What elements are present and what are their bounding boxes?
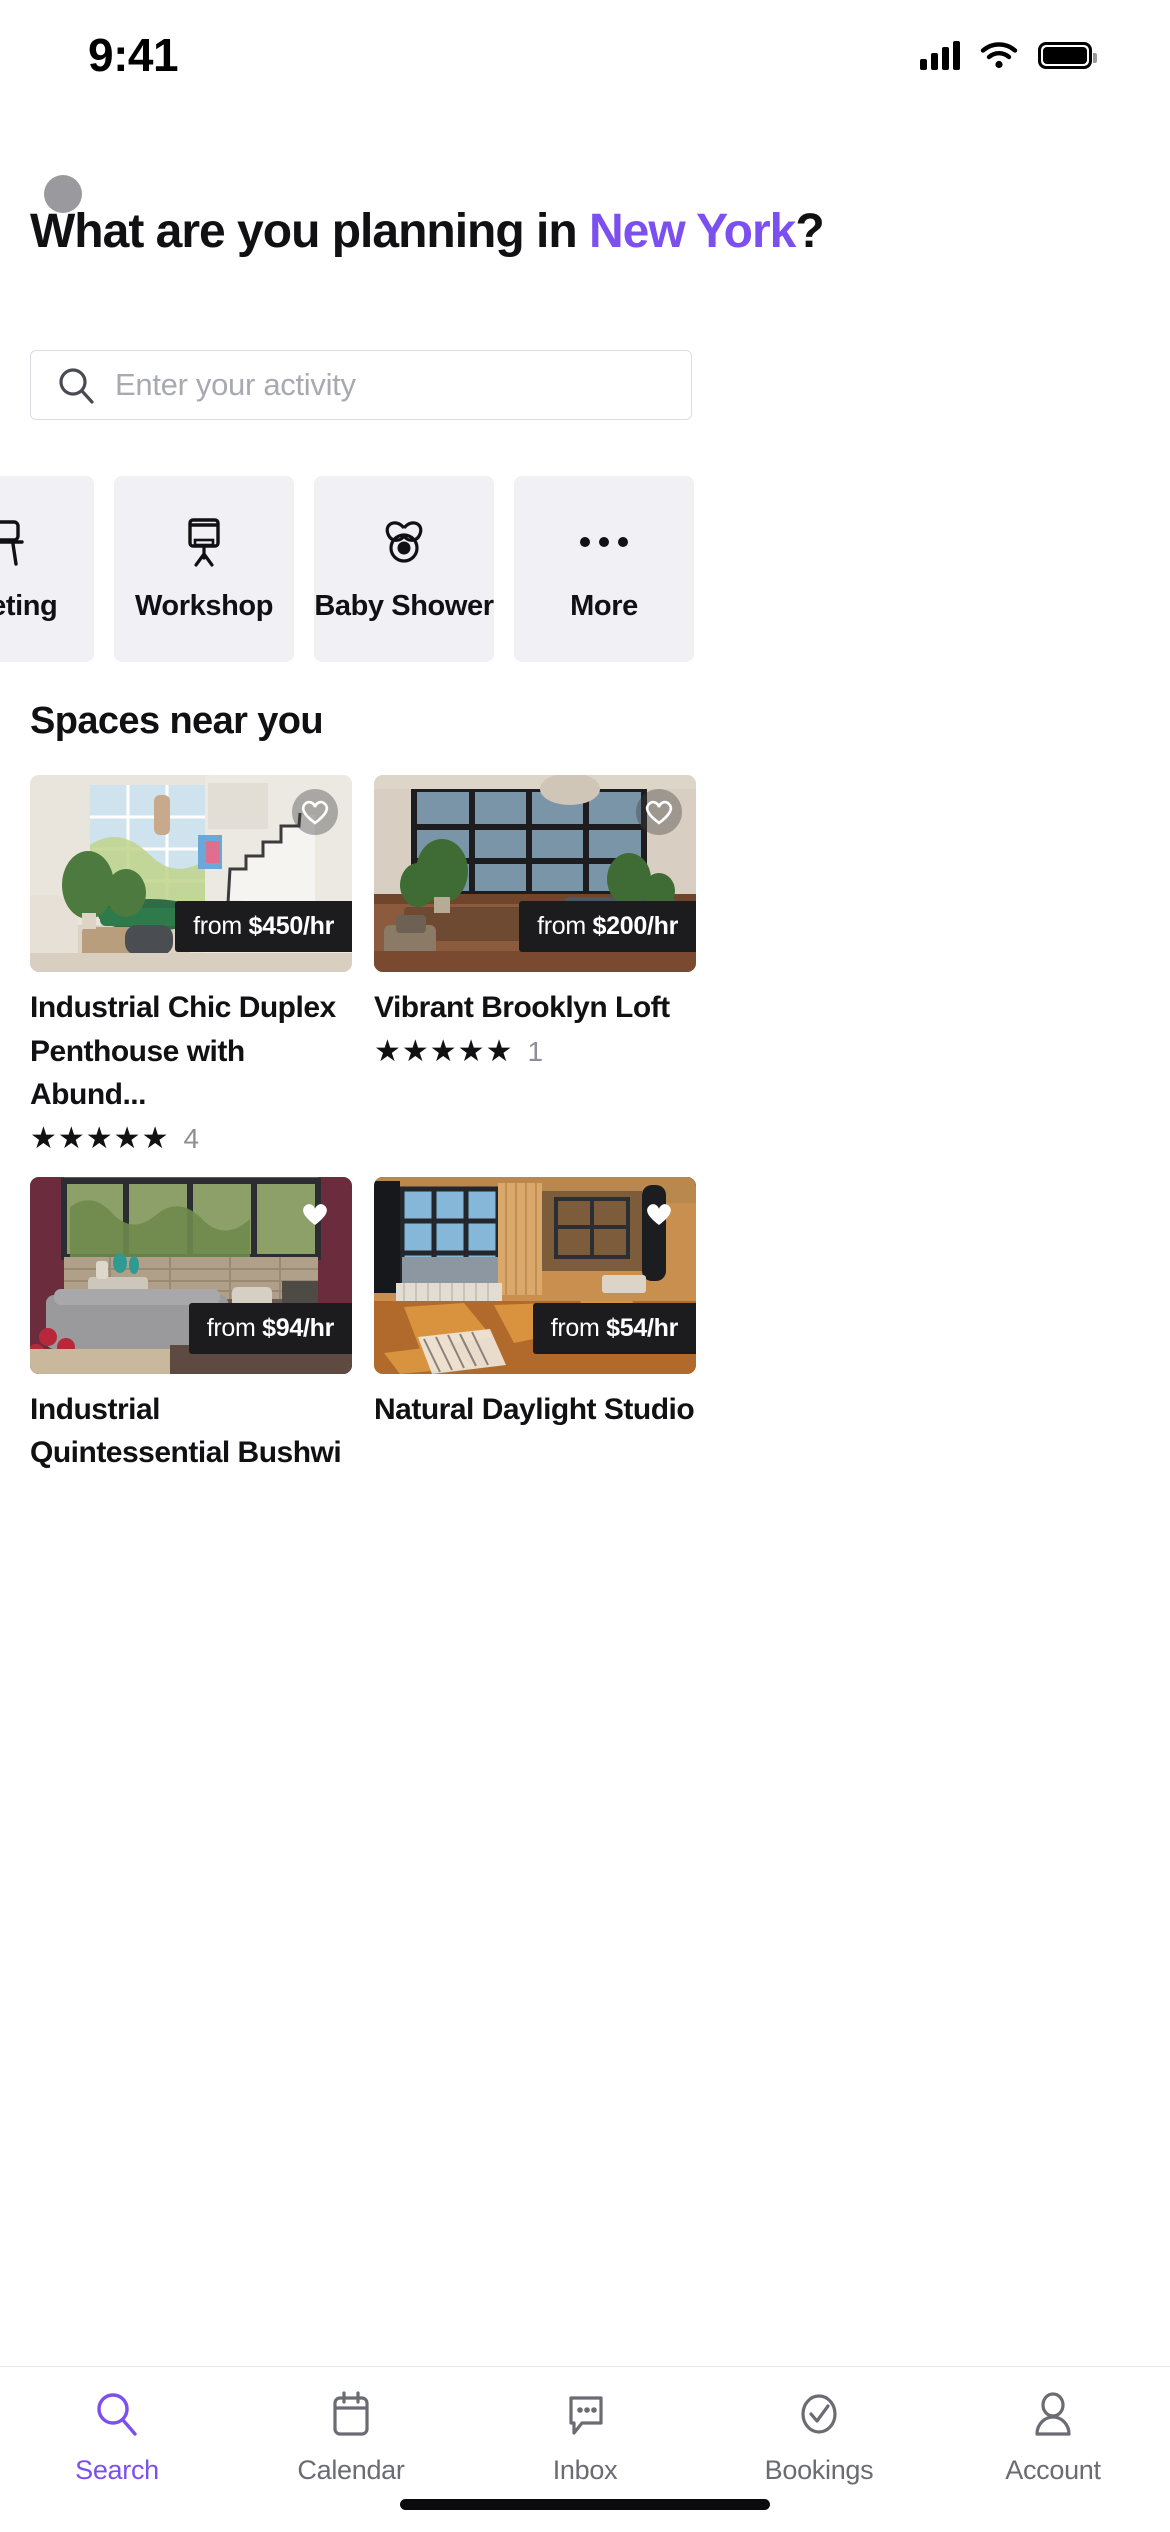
listing-card[interactable]: from $54/hr Natural Daylight Studio [374,1176,696,1475]
page-title: What are you planning in New York? [30,205,1060,259]
tab-label: Calendar [297,2455,405,2485]
cellular-signal-icon [920,40,960,70]
section-title: Spaces near you [30,700,324,742]
review-count: 4 [183,1122,200,1154]
wifi-icon [980,41,1018,69]
easel-icon [178,516,230,568]
listing-grid: from $450/hr Industrial Chic Duplex Pent… [30,775,1140,1475]
tab-label: Account [1005,2455,1101,2485]
price-badge: from $94/hr [188,1302,352,1354]
favorite-button[interactable] [292,1191,338,1237]
page-title-suffix: ? [795,205,824,258]
podium-icon [0,516,30,568]
listing-title: Vibrant Brooklyn Loft [374,991,670,1024]
category-chip-baby-shower[interactable]: Baby Shower [314,476,494,662]
tab-calendar[interactable]: Calendar [234,2389,468,2486]
star-rating-icon: ★★★★★ [30,1121,170,1155]
tab-label: Search [75,2455,159,2485]
review-count: 1 [527,1035,544,1067]
listing-rating: ★★★★★ 4 [30,1123,352,1155]
price-value: $200/hr [592,912,679,940]
chat-bubble-icon [559,2389,611,2441]
price-prefix: from [537,912,593,940]
favorite-button[interactable] [292,789,338,835]
listing-title: Industrial Chic Duplex Penthouse with Ab… [30,991,336,1111]
calendar-icon [325,2389,377,2441]
price-value: $54/hr [606,1313,678,1342]
price-value: $450/hr [248,912,335,940]
tab-label: Bookings [764,2455,874,2485]
heart-filled-icon [647,1203,671,1225]
battery-icon [1038,41,1097,69]
home-indicator [400,2499,770,2510]
status-bar: 9:41 [0,0,1170,110]
bottom-tab-bar[interactable]: Search Calendar Inbox Bookings Account [0,2366,1170,2532]
check-circle-icon [793,2389,845,2441]
listing-photo[interactable]: from $54/hr [374,1176,696,1374]
page-title-city: New York [589,205,796,258]
category-chip-meeting[interactable]: Meeting [0,476,94,662]
price-prefix: from [193,912,249,940]
price-value: $94/hr [262,1313,334,1342]
heart-outline-icon [645,800,673,825]
category-chip-workshop[interactable]: Workshop [114,476,294,662]
listing-title: Natural Daylight Studio [374,1392,695,1426]
listing-photo[interactable]: from $450/hr [30,775,352,972]
heart-filled-icon [303,1203,327,1225]
status-indicators [920,40,1097,70]
listing-photo[interactable]: from $200/hr [374,775,696,972]
search-icon [57,366,95,404]
page-title-prefix: What are you planning in [30,205,590,258]
heart-outline-icon [301,800,329,825]
listing-card[interactable]: from $94/hr Industrial Quintessential Bu… [30,1176,352,1475]
tab-search[interactable]: Search [0,2389,234,2486]
tab-bookings[interactable]: Bookings [702,2389,936,2486]
listing-title: Industrial Quintessential Bushwi [30,1392,342,1470]
price-badge: from $450/hr [175,901,352,952]
listing-rating: ★★★★★ 1 [374,1036,696,1068]
person-icon [1027,2389,1079,2441]
price-badge: from $200/hr [519,901,696,952]
category-chip-label: Workshop [134,589,274,622]
price-badge: from $54/hr [532,1302,696,1354]
listing-card[interactable]: from $200/hr Vibrant Brooklyn Loft ★★★★★… [374,775,696,1155]
status-time: 9:41 [88,29,179,81]
listing-photo[interactable]: from $94/hr [30,1176,352,1374]
search-input[interactable]: Enter your activity [30,350,692,420]
favorite-button[interactable] [636,1191,682,1237]
search-icon [91,2389,143,2441]
favorite-button[interactable] [636,789,682,835]
pacifier-icon [378,516,430,568]
tab-inbox[interactable]: Inbox [468,2389,702,2486]
category-chip-row[interactable]: Meeting Workshop Baby Shower [0,476,1170,662]
search-placeholder: Enter your activity [115,367,356,402]
category-chip-label: Baby Shower [314,589,494,622]
price-prefix: from [206,1313,263,1342]
tab-label: Inbox [552,2455,618,2485]
star-rating-icon: ★★★★★ [374,1034,514,1068]
category-chip-label: Meeting [0,589,58,622]
category-chip-label: More [570,589,638,622]
category-chip-more[interactable]: More [514,476,694,662]
tab-account[interactable]: Account [936,2389,1170,2486]
ellipsis-icon [580,516,628,568]
listing-card[interactable]: from $450/hr Industrial Chic Duplex Pent… [30,775,352,1155]
price-prefix: from [550,1313,607,1342]
